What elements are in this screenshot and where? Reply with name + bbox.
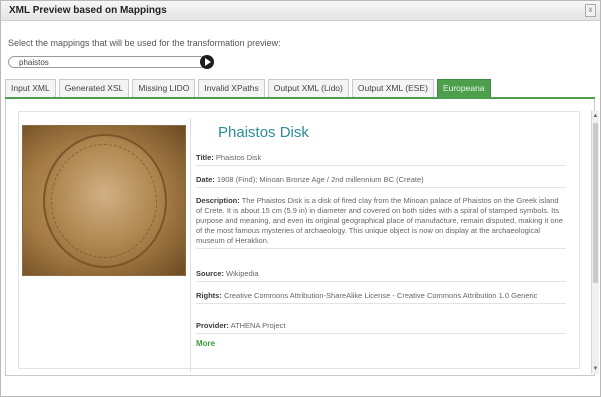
field-label: Title: [196, 153, 214, 162]
field-source: Source: Wikipedia [196, 269, 566, 282]
field-rights: Rights: Creative Commons Attribution-Sha… [196, 291, 566, 304]
more-link[interactable]: More [196, 339, 215, 348]
field-value: The Phaistos Disk is a disk of fired cla… [196, 196, 563, 245]
field-value: ATHENA Project [230, 321, 286, 330]
window-titlebar: XML Preview based on Mappings x [1, 1, 600, 21]
tab-invalid-xpaths[interactable]: Invalid XPaths [198, 79, 265, 98]
go-button[interactable] [200, 55, 214, 69]
scroll-thumb[interactable] [593, 123, 598, 283]
field-value: Phaistos Disk [215, 153, 262, 162]
tab-europeana[interactable]: Europeana [436, 79, 491, 98]
tab-output-xml-ese[interactable]: Output XML (ESE) [351, 79, 434, 98]
field-divider [196, 187, 566, 188]
preview-scrollbar[interactable]: ▲ ▼ [591, 111, 599, 374]
field-label: Rights: [196, 291, 222, 300]
window-title: XML Preview based on Mappings [9, 5, 167, 16]
field-divider [196, 248, 566, 249]
mapping-search-input[interactable]: phaistos [8, 56, 208, 68]
scroll-down-icon[interactable]: ▼ [592, 364, 599, 374]
field-label: Source: [196, 269, 224, 278]
record-thumbnail [22, 125, 186, 276]
field-divider [196, 165, 566, 166]
tab-bar: Input XML Generated XSL Missing LIDO Inv… [5, 79, 491, 98]
field-value: Creative Commons Attribution-ShareAlike … [223, 291, 538, 300]
field-title: Title: Phaistos Disk [196, 153, 566, 166]
tab-missing-lido[interactable]: Missing LIDO [132, 79, 196, 98]
column-divider [190, 118, 191, 372]
field-description: Description: The Phaistos Disk is a disk… [196, 196, 566, 249]
field-label: Date: [196, 175, 215, 184]
field-provider: Provider: ATHENA Project [196, 321, 566, 334]
field-divider [196, 303, 566, 304]
field-label: Provider: [196, 321, 229, 330]
tab-input-xml[interactable]: Input XML [5, 79, 56, 98]
tab-generated-xsl[interactable]: Generated XSL [58, 79, 130, 98]
field-label: Description: [196, 196, 240, 205]
field-divider [196, 333, 566, 334]
field-value: 1908 (Find); Minoan Bronze Age / 2nd mil… [216, 175, 424, 184]
field-divider [196, 281, 566, 282]
close-button[interactable]: x [585, 4, 596, 17]
record-title: Phaistos Disk [218, 124, 309, 141]
mapping-instruction: Select the mappings that will be used fo… [8, 38, 281, 48]
scroll-up-icon[interactable]: ▲ [592, 111, 599, 121]
field-date: Date: 1908 (Find); Minoan Bronze Age / 2… [196, 175, 566, 188]
disk-spiral-decoration [51, 144, 157, 258]
tab-output-xml-lido[interactable]: Output XML (Lido) [267, 79, 349, 98]
field-value: Wikipedia [226, 269, 259, 278]
